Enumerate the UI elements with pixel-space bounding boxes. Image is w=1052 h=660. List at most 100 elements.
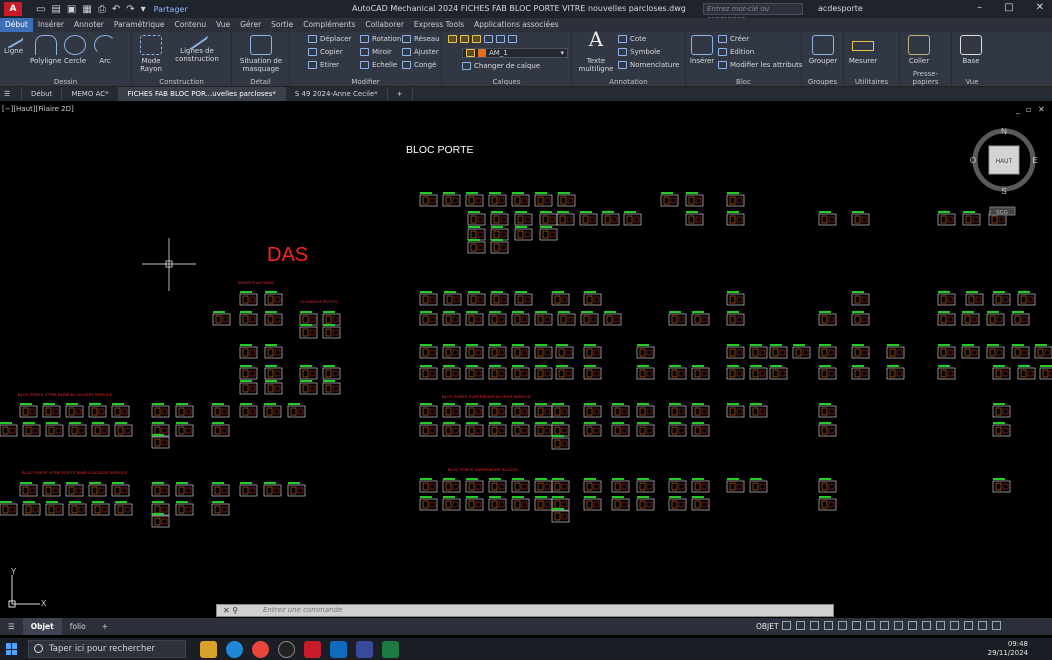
polyligne-button[interactable]: Polyligne: [30, 35, 61, 65]
tab-folio[interactable]: folio: [62, 618, 94, 635]
transparency-icon[interactable]: [880, 621, 889, 630]
layer-tools-row[interactable]: [448, 35, 517, 43]
app-blue-icon[interactable]: [356, 640, 373, 658]
miroir-button[interactable]: Miroir: [360, 48, 392, 56]
app-logo[interactable]: A: [4, 2, 22, 16]
tab-document[interactable]: MEMO AC*: [62, 87, 119, 101]
creer-button[interactable]: Créer: [718, 35, 749, 43]
tab-menu[interactable]: Annoter: [69, 18, 109, 32]
app-circle-icon[interactable]: [278, 640, 295, 658]
grouper-button[interactable]: Grouper: [804, 35, 842, 65]
save-icon[interactable]: ▣: [67, 4, 76, 15]
command-line[interactable]: ✕ ⚲ Entrez une commande: [216, 604, 834, 617]
taskbar-search[interactable]: Taper ici pour rechercher: [28, 640, 186, 658]
otrack-icon[interactable]: [852, 621, 861, 630]
cote-button[interactable]: Cote: [618, 35, 646, 43]
tab-objet[interactable]: Objet: [22, 618, 62, 635]
edge-icon[interactable]: [226, 640, 243, 658]
search-input[interactable]: Entrez mot-clé ou expression: [703, 3, 803, 23]
units-icon[interactable]: [936, 621, 945, 630]
isolate-icon[interactable]: [950, 621, 959, 630]
windows-start-icon[interactable]: [6, 643, 18, 655]
texte-multiligne-button[interactable]: A Texte multiligne: [576, 29, 616, 73]
panel-label[interactable]: Utilitaires: [844, 78, 899, 86]
lignes-construction-button[interactable]: Lignes de construction: [168, 29, 226, 63]
panel-label[interactable]: Bloc: [686, 78, 801, 86]
etirer-button[interactable]: Etirer: [308, 61, 339, 69]
redo-icon[interactable]: ↷: [126, 4, 134, 15]
annotation-scale-icon[interactable]: [908, 621, 917, 630]
customize-icon[interactable]: [992, 621, 1001, 630]
tab-menu[interactable]: Vue: [211, 18, 235, 32]
deplacer-button[interactable]: Déplacer: [308, 35, 351, 43]
outlook-icon[interactable]: [330, 640, 347, 658]
drawing-canvas[interactable]: BLOC PORTE DAS INSERTS ACTIONS CLOISON A …: [0, 101, 1052, 618]
ligne-button[interactable]: Ligne: [3, 31, 24, 55]
panel-label[interactable]: Détail: [232, 78, 289, 86]
add-layout-icon[interactable]: +: [94, 618, 116, 635]
maximize-icon[interactable]: □: [1004, 2, 1013, 13]
symbole-button[interactable]: Symbole: [618, 48, 660, 56]
panel-label[interactable]: Modifier: [290, 78, 441, 86]
tab-menu[interactable]: Début: [0, 18, 33, 32]
edition-button[interactable]: Edition: [718, 48, 754, 56]
user-account[interactable]: acdesporte: [818, 4, 863, 13]
print-icon[interactable]: ⎙: [98, 4, 106, 15]
situation-masquage-button[interactable]: Situation de masquage: [236, 35, 286, 73]
tab-menu[interactable]: Sortie: [266, 18, 298, 32]
panel-label[interactable]: Annotation: [572, 78, 685, 86]
clean-screen-icon[interactable]: [978, 621, 987, 630]
workspace-gear-icon[interactable]: [922, 621, 931, 630]
menu-hamburger-icon[interactable]: ☰: [0, 87, 22, 101]
selection-cycling-icon[interactable]: [894, 621, 903, 630]
tab-menu[interactable]: Collaborer: [360, 18, 409, 32]
panel-label[interactable]: Construction: [132, 78, 231, 86]
tab-menu[interactable]: Gérer: [235, 18, 266, 32]
undo-icon[interactable]: ↶: [112, 4, 120, 15]
share-button[interactable]: Partager: [154, 5, 188, 14]
tab-menu[interactable]: Insérer: [33, 18, 69, 32]
conge-button[interactable]: Congé: [402, 61, 436, 69]
workspace-icon[interactable]: ▾: [141, 4, 146, 15]
open-folder-icon[interactable]: ▤: [51, 4, 60, 15]
mode-rayon-button[interactable]: Mode Rayon: [136, 35, 166, 73]
tab-document[interactable]: S 49 2024-Anne Cecile*: [286, 87, 388, 101]
chrome-icon[interactable]: [252, 640, 269, 658]
polar-icon[interactable]: [824, 621, 833, 630]
command-input[interactable]: Entrez une commande: [263, 606, 342, 614]
copier-button[interactable]: Copier: [308, 48, 343, 56]
panel-label[interactable]: Vue: [952, 78, 992, 86]
tab-menu[interactable]: Compléments: [298, 18, 360, 32]
tab-document[interactable]: Début: [22, 87, 63, 101]
nomenclature-button[interactable]: Nomenclature: [618, 61, 679, 69]
snap-icon[interactable]: [796, 621, 805, 630]
model-space-toggle[interactable]: OBJET: [756, 622, 779, 631]
layer-dropdown[interactable]: AM_1 ▾: [462, 48, 568, 58]
changer-calque-button[interactable]: Changer de calque: [462, 62, 540, 70]
file-explorer-icon[interactable]: [200, 640, 217, 658]
new-tab-icon[interactable]: +: [388, 87, 413, 101]
modifier-attributs-button[interactable]: Modifier les attributs: [718, 61, 803, 69]
echelle-button[interactable]: Echelle: [360, 61, 397, 69]
vp-close-icon[interactable]: ✕: [1038, 105, 1045, 114]
save-as-icon[interactable]: ▦: [82, 4, 91, 15]
tab-menu[interactable]: Paramétrique: [109, 18, 170, 32]
excel-icon[interactable]: [382, 640, 399, 658]
minimize-icon[interactable]: –: [977, 2, 982, 13]
system-clock[interactable]: 09:48 29/11/2024: [988, 640, 1028, 658]
tab-menu[interactable]: Applications associées: [469, 18, 564, 32]
panel-label[interactable]: Dessin: [0, 78, 131, 86]
viewcube-top[interactable]: HAUT: [996, 159, 1013, 165]
scg-label[interactable]: SCG: [996, 210, 1008, 216]
autocad-icon[interactable]: [304, 640, 321, 658]
mesurer-button[interactable]: Mesurer: [846, 35, 880, 65]
vp-minimize-icon[interactable]: _: [1015, 105, 1021, 114]
command-close-icon[interactable]: ✕ ⚲: [223, 605, 238, 616]
cercle-button[interactable]: Cercle: [64, 35, 86, 65]
tab-menu[interactable]: Express Tools: [409, 18, 469, 32]
tab-document[interactable]: FICHES FAB BLOC POR...uvelles parcloses*: [118, 87, 286, 101]
grid-icon[interactable]: [782, 621, 791, 630]
ajuster-button[interactable]: Ajuster: [402, 48, 439, 56]
base-button[interactable]: Base: [956, 35, 986, 65]
close-icon[interactable]: ✕: [1036, 2, 1044, 13]
